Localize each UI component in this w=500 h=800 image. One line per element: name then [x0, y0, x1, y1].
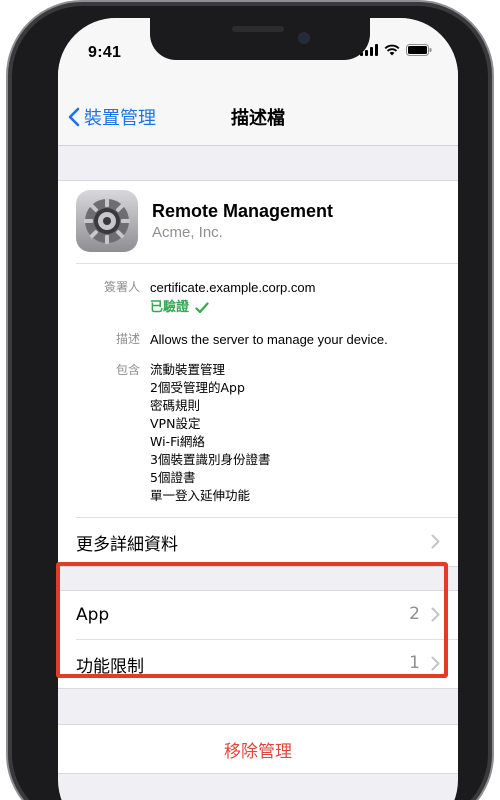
profile-name: Remote Management — [152, 201, 334, 221]
phone-screen: 9:41 裝置管理 描述檔 Remote Management Acme, In… — [58, 18, 458, 800]
battery-icon — [406, 44, 432, 56]
contains-label: 包含 — [115, 363, 140, 377]
contains-item: 2個受管理的App — [150, 380, 245, 395]
profile-organization: Acme, Inc. — [152, 224, 223, 241]
profile-details: 簽署人 certificate.example.corp.com 已驗證 描述 … — [58, 264, 458, 517]
speaker-grille — [232, 26, 284, 32]
description-row: 描述 Allows the server to manage your devi… — [58, 330, 458, 349]
remove-management-group: 移除管理 — [58, 724, 458, 774]
managed-items-group: App 2 功能限制 1 — [58, 590, 458, 689]
profile-card: Remote Management Acme, Inc. 簽署人 certifi… — [58, 180, 458, 567]
contains-item: 密碼規則 — [150, 398, 201, 413]
apps-row-label: App — [76, 605, 110, 625]
restrictions-row-label: 功能限制 — [76, 656, 144, 677]
more-details-label: 更多詳細資料 — [76, 534, 178, 555]
profile-header: Remote Management Acme, Inc. — [58, 181, 458, 263]
contains-item: 5個證書 — [150, 470, 196, 485]
contains-row: 包含 流動裝置管理 2個受管理的App 密碼規則 VPN設定 Wi-Fi網絡 3… — [58, 361, 458, 505]
contains-item: 單一登入延伸功能 — [150, 488, 251, 503]
gear-icon — [76, 190, 138, 252]
description-label: 描述 — [115, 332, 140, 346]
more-details-row[interactable]: 更多詳細資料 — [58, 518, 458, 566]
verified-label: 已驗證 — [150, 300, 190, 315]
phone-frame: 9:41 裝置管理 描述檔 Remote Management Acme, In… — [6, 0, 494, 800]
contains-item: 3個裝置識別身份證書 — [150, 452, 271, 467]
page-title: 描述檔 — [231, 108, 285, 129]
checkmark-icon — [195, 301, 209, 313]
restrictions-row[interactable]: 功能限制 1 — [58, 640, 458, 688]
signed-by-value: certificate.example.corp.com — [150, 280, 316, 295]
contains-item: 流動裝置管理 — [150, 362, 226, 377]
chevron-right-icon — [431, 607, 440, 622]
contains-item: VPN設定 — [150, 416, 201, 431]
verified-status: 已驗證 — [150, 297, 315, 318]
description-value: Allows the server to manage your device. — [150, 332, 388, 347]
restrictions-count: 1 — [409, 653, 420, 673]
chevron-right-icon — [431, 656, 440, 671]
contains-item: Wi-Fi網絡 — [150, 434, 205, 449]
contains-list: 流動裝置管理 2個受管理的App 密碼規則 VPN設定 Wi-Fi網絡 3個裝置… — [150, 361, 270, 505]
signed-by-row: 簽署人 certificate.example.corp.com 已驗證 — [58, 278, 458, 318]
status-icons — [360, 44, 432, 56]
signed-by-label: 簽署人 — [103, 280, 140, 294]
wifi-icon — [384, 44, 400, 56]
apps-row[interactable]: App 2 — [58, 591, 458, 639]
status-time: 9:41 — [88, 44, 122, 61]
apps-count: 2 — [409, 604, 420, 624]
chevron-right-icon — [431, 534, 440, 549]
navigation-bar: 裝置管理 描述檔 — [58, 66, 458, 146]
front-camera — [298, 32, 310, 44]
notch — [150, 18, 370, 60]
remove-management-button[interactable]: 移除管理 — [58, 725, 458, 773]
